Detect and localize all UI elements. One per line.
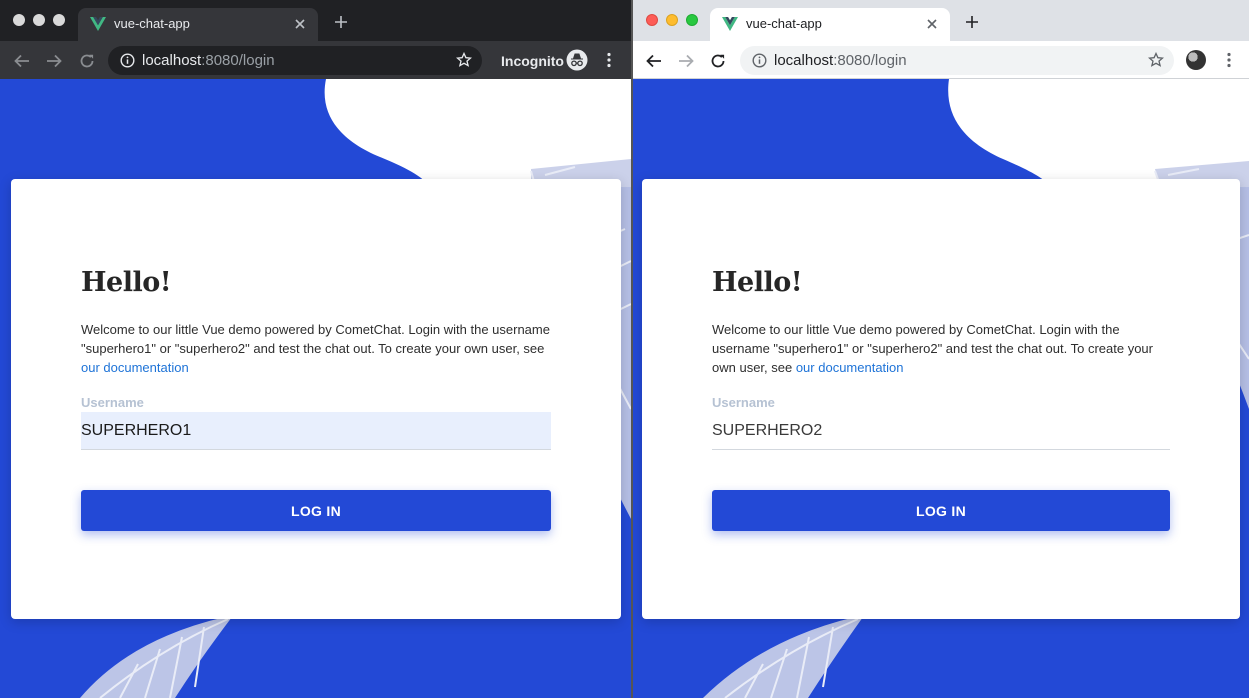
reload-icon[interactable] <box>78 52 96 70</box>
reload-icon[interactable] <box>709 52 727 70</box>
login-button[interactable]: LOG IN <box>712 490 1170 531</box>
forward-arrow-icon[interactable] <box>677 52 695 70</box>
kebab-menu-icon[interactable] <box>606 52 612 68</box>
login-card: Hello! Welcome to our little Vue demo po… <box>11 179 621 619</box>
close-icon[interactable] <box>292 16 308 32</box>
star-icon[interactable] <box>1148 52 1164 68</box>
browser-tab[interactable]: vue-chat-app <box>710 8 950 41</box>
browser-tab[interactable]: vue-chat-app <box>78 8 318 41</box>
page-title: Hello! <box>712 267 803 298</box>
url-text: localhost:8080/login <box>142 52 275 69</box>
window-controls <box>646 14 698 26</box>
incognito-label: Incognito <box>501 53 564 69</box>
browser-toolbar: localhost:8080/login <box>633 41 1249 79</box>
intro-text: Welcome to our little Vue demo powered b… <box>81 320 556 377</box>
username-label: Username <box>712 395 775 410</box>
incognito-icon[interactable] <box>566 49 588 71</box>
close-icon[interactable] <box>924 16 940 32</box>
url-path: :8080/login <box>201 52 275 69</box>
username-label: Username <box>81 395 144 410</box>
login-page: Hello! Welcome to our little Vue demo po… <box>633 79 1249 698</box>
documentation-link[interactable]: our documentation <box>796 360 904 375</box>
zoom-window-button[interactable] <box>53 14 65 26</box>
address-bar[interactable]: localhost:8080/login <box>740 46 1174 75</box>
info-icon[interactable] <box>752 53 767 68</box>
close-window-button[interactable] <box>646 14 658 26</box>
tab-strip: vue-chat-app <box>633 0 1249 41</box>
tab-title: vue-chat-app <box>746 16 822 31</box>
tab-strip: vue-chat-app <box>0 0 631 41</box>
plus-icon[interactable] <box>964 14 980 30</box>
kebab-menu-icon[interactable] <box>1226 52 1232 68</box>
tab-title: vue-chat-app <box>114 16 190 31</box>
login-button[interactable]: LOG IN <box>81 490 551 531</box>
address-bar[interactable]: localhost:8080/login <box>108 46 482 75</box>
zoom-window-button[interactable] <box>686 14 698 26</box>
vue-logo-icon <box>722 17 738 31</box>
url-host: localhost <box>774 52 834 69</box>
url-text: localhost:8080/login <box>774 52 907 69</box>
window-controls <box>13 14 65 26</box>
documentation-link[interactable]: our documentation <box>81 360 189 375</box>
intro-text: Welcome to our little Vue demo powered b… <box>712 320 1157 377</box>
page-title: Hello! <box>81 267 172 298</box>
minimize-window-button[interactable] <box>33 14 45 26</box>
incognito-browser-window: vue-chat-app localhost:8080/login Incogn… <box>0 0 631 698</box>
intro-body: Welcome to our little Vue demo powered b… <box>712 322 1153 375</box>
back-arrow-icon[interactable] <box>13 52 31 70</box>
username-input[interactable] <box>81 412 551 450</box>
vue-logo-icon <box>90 17 106 31</box>
login-card: Hello! Welcome to our little Vue demo po… <box>642 179 1240 619</box>
normal-browser-window: vue-chat-app localhost:8080/login Hello!… <box>633 0 1249 698</box>
plus-icon[interactable] <box>333 14 349 30</box>
url-path: :8080/login <box>833 52 907 69</box>
intro-body: Welcome to our little Vue demo powered b… <box>81 322 550 356</box>
login-page: Hello! Welcome to our little Vue demo po… <box>0 79 631 698</box>
star-icon[interactable] <box>456 52 472 68</box>
back-arrow-icon[interactable] <box>645 52 663 70</box>
browser-toolbar: localhost:8080/login Incognito <box>0 41 631 79</box>
info-icon[interactable] <box>120 53 135 68</box>
forward-arrow-icon[interactable] <box>45 52 63 70</box>
close-window-button[interactable] <box>13 14 25 26</box>
minimize-window-button[interactable] <box>666 14 678 26</box>
profile-avatar[interactable] <box>1186 50 1206 70</box>
username-input[interactable] <box>712 412 1170 450</box>
url-host: localhost <box>142 52 202 69</box>
